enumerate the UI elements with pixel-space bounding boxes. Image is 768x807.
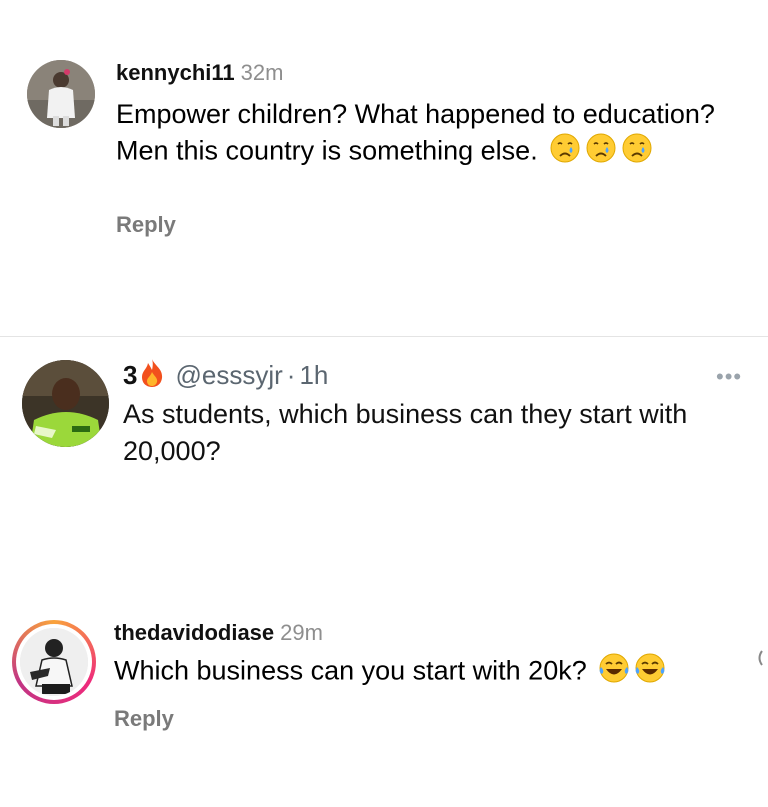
timestamp: 32m: [240, 60, 284, 85]
profile-photo: [27, 60, 95, 128]
separator: ·: [286, 360, 296, 390]
comment-header: kennychi11 32m: [116, 60, 283, 86]
timestamp: 1h: [299, 360, 329, 390]
comment-text-block: Which business can you start with 20k?: [114, 652, 666, 693]
divider: [0, 336, 768, 337]
fire-icon: [139, 358, 165, 395]
crying-face-icon: [621, 132, 653, 173]
profile-photo: [20, 628, 88, 696]
crying-face-icon: [585, 132, 617, 173]
avatar-thedavidodiase[interactable]: [12, 620, 96, 704]
crying-face-icon: [549, 132, 581, 173]
handle[interactable]: @esssyjr: [175, 360, 282, 390]
username[interactable]: kennychi11: [116, 60, 235, 85]
username[interactable]: thedavidodiase: [114, 620, 274, 645]
reply-button[interactable]: Reply: [116, 212, 176, 238]
avatar-esssyjr[interactable]: [22, 360, 109, 447]
more-options-icon[interactable]: •••: [716, 364, 742, 390]
comment-header: thedavidodiase 29m: [114, 620, 323, 646]
comment-text: Which business can you start with 20k?: [114, 655, 587, 686]
count: 3: [123, 360, 138, 390]
tears-of-joy-icon: [634, 652, 666, 693]
reply-button[interactable]: Reply: [114, 706, 174, 732]
comment-text-block: Empower children? What happened to educa…: [116, 96, 736, 173]
chevron-icon[interactable]: [754, 646, 764, 674]
comment-text: As students, which business can they sta…: [123, 399, 688, 466]
profile-photo: [22, 360, 109, 447]
timestamp: 29m: [280, 620, 323, 645]
tears-of-joy-icon: [598, 652, 630, 693]
avatar-kennychi11[interactable]: [27, 60, 95, 128]
comment-header: 3 @esssyjr · 1h: [123, 358, 328, 395]
